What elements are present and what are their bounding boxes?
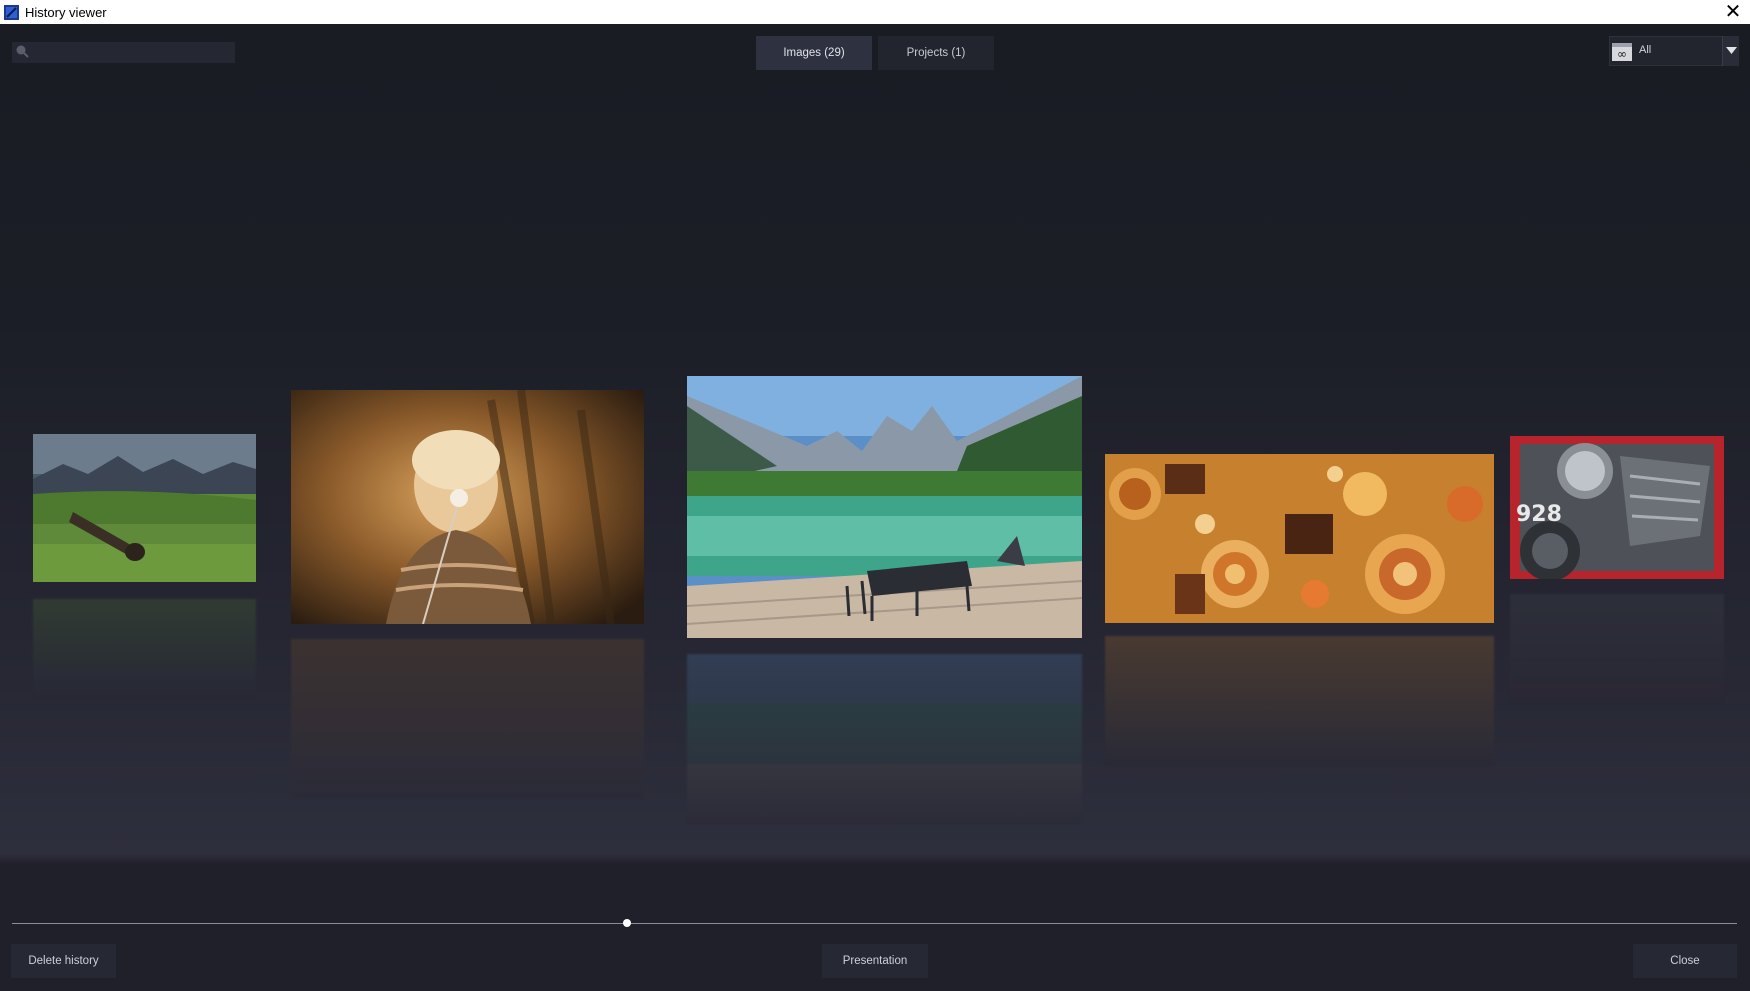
close-icon[interactable]: ✕ [1722, 1, 1744, 23]
tab-projects[interactable]: Projects (1) [878, 36, 994, 70]
infinity-calendar-icon: ∞ [1612, 43, 1632, 61]
tab-images[interactable]: Images (29) [756, 36, 872, 70]
motorcycle-reflection [1510, 594, 1724, 704]
toolbar [0, 24, 1750, 76]
history-viewer-window: Images (29) Projects (1) ∞ All 928 Delet… [0, 24, 1750, 991]
meadow-mountains-thumbnail[interactable] [33, 434, 256, 582]
mountain-lake-reflection [687, 654, 1082, 824]
filter-dropdown[interactable]: ∞ All [1609, 36, 1737, 66]
filter-dropdown-button[interactable] [1722, 36, 1739, 66]
chevron-down-icon [1726, 47, 1737, 54]
timeline-slider-knob[interactable] [623, 919, 631, 927]
search-icon [16, 45, 29, 58]
window-title: History viewer [25, 4, 107, 20]
child-dandelion-thumbnail[interactable] [291, 390, 644, 624]
delete-history-button[interactable]: Delete history [11, 944, 116, 978]
close-button[interactable]: Close [1633, 944, 1737, 978]
plate-number: 928 [1516, 502, 1562, 527]
meadow-reflection [33, 599, 256, 699]
candy-reflection [1105, 636, 1494, 766]
svg-text:∞: ∞ [1617, 47, 1627, 61]
timeline-track[interactable] [12, 923, 1737, 924]
filter-selected: All [1639, 44, 1652, 56]
title-bar: History viewer ✕ [0, 0, 1750, 24]
motorcycle-928-thumbnail[interactable]: 928 [1510, 436, 1724, 579]
child-dandelion-reflection [291, 639, 644, 799]
app-logo-icon [3, 4, 19, 20]
presentation-button[interactable]: Presentation [822, 944, 928, 978]
mountain-lake-terrace-thumbnail[interactable] [687, 376, 1082, 638]
candy-lollipops-thumbnail[interactable] [1105, 454, 1494, 623]
search-input[interactable] [12, 42, 235, 63]
